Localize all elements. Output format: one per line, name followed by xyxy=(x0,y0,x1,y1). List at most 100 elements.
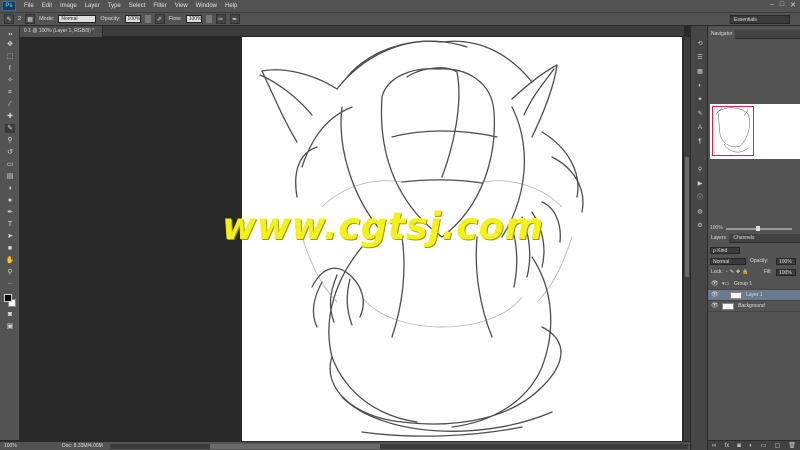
document-tab[interactable]: 0 1 @ 100% (Layer 1, RGB/8) * xyxy=(20,26,104,37)
clone-source-panel-icon[interactable]: ⚲ xyxy=(695,166,705,174)
horizontal-scrollbar[interactable] xyxy=(110,444,688,449)
flow-field[interactable]: 100% xyxy=(185,15,202,23)
menu-layer[interactable]: Layer xyxy=(81,3,104,9)
properties-panel-icon[interactable]: ☰ xyxy=(695,54,705,62)
layer-row-selected[interactable]: 👁 Layer 1 xyxy=(708,290,800,301)
document-info[interactable]: Doc: 8.33M/4.00M xyxy=(62,443,103,449)
screen-mode-icon[interactable]: ▣ xyxy=(5,322,15,331)
info-panel-icon[interactable]: ⓘ xyxy=(695,194,705,202)
foreground-color-swatch[interactable] xyxy=(4,294,12,302)
paragraph-panel-icon[interactable]: ¶ xyxy=(695,138,705,146)
brush-panel-icon[interactable]: ▦ xyxy=(25,14,36,24)
history-brush-icon[interactable]: ↺ xyxy=(5,148,15,157)
blend-mode-select[interactable]: Normal xyxy=(710,258,746,265)
brush-panel-icon[interactable]: ✎ xyxy=(695,110,705,118)
navigator-zoom-knob[interactable] xyxy=(756,226,760,231)
menu-view[interactable]: View xyxy=(171,3,192,9)
navigator-zoom-slider[interactable] xyxy=(726,226,792,231)
brush-size[interactable]: 2 xyxy=(18,16,21,22)
pen-icon[interactable]: ✒ xyxy=(5,208,15,217)
color-panel-icon[interactable]: ◍ xyxy=(695,208,705,216)
mode-select[interactable]: Normal xyxy=(58,15,97,23)
path-select-icon[interactable]: ➤ xyxy=(5,232,15,241)
healing-icon[interactable]: ✚ xyxy=(5,112,15,121)
layers-panel-footer: ∞ fx ◙ ◐ ▭ ▢ 🗑 xyxy=(708,440,800,450)
flow-dropdown[interactable] xyxy=(205,15,212,23)
character-panel-icon[interactable]: A xyxy=(695,124,705,132)
pressure-size-icon[interactable]: ✒ xyxy=(229,14,240,24)
menu-help[interactable]: Help xyxy=(221,3,241,9)
visibility-eye-icon[interactable]: 👁 xyxy=(711,279,719,290)
horizontal-scroll-thumb[interactable] xyxy=(210,444,380,449)
layer-row-group[interactable]: 👁 ▾▭ Group 1 xyxy=(708,279,800,290)
menu-edit[interactable]: Edit xyxy=(38,3,56,9)
close-button[interactable]: ✕ xyxy=(790,1,796,9)
history-panel-icon[interactable]: ⟲ xyxy=(695,40,705,48)
shape-icon[interactable]: ■ xyxy=(5,244,15,253)
navigator-thumbnail[interactable] xyxy=(710,104,800,159)
layer-row-background[interactable]: 👁 Background xyxy=(708,301,800,312)
layer-opacity-label: Opacity: xyxy=(750,258,769,264)
pressure-opacity-icon[interactable]: ✐ xyxy=(154,14,165,24)
type-icon[interactable]: T xyxy=(5,220,15,229)
blur-icon[interactable]: ◖ xyxy=(5,184,15,193)
navigator-view-box[interactable] xyxy=(712,106,754,156)
menu-window[interactable]: Window xyxy=(192,3,221,9)
layer-name[interactable]: Background xyxy=(738,301,765,312)
brush-icon[interactable]: ✎ xyxy=(5,124,15,133)
menu-select[interactable]: Select xyxy=(125,3,150,9)
layer-opacity-field[interactable]: 100% xyxy=(776,258,796,265)
workspace-select[interactable]: Essentials xyxy=(730,15,790,24)
menu-type[interactable]: Type xyxy=(104,3,125,9)
tab-navigator[interactable]: Navigator xyxy=(708,30,736,39)
more-tools-icon[interactable]: ··· xyxy=(5,280,15,289)
zoom-level[interactable]: 100% xyxy=(4,443,17,449)
delete-layer-icon[interactable]: 🗑 xyxy=(788,442,796,449)
opacity-dropdown[interactable] xyxy=(144,15,151,23)
airbrush-icon[interactable]: ✑ xyxy=(215,14,226,24)
quick-select-icon[interactable]: ✧ xyxy=(5,76,15,85)
opacity-field[interactable]: 100% xyxy=(124,15,141,23)
visibility-eye-icon[interactable]: 👁 xyxy=(711,290,719,301)
tab-channels[interactable]: Channels xyxy=(730,234,757,243)
marquee-icon[interactable]: ⬚ xyxy=(5,52,15,61)
new-group-icon[interactable]: ▭ xyxy=(761,442,767,449)
folder-icon[interactable]: ▾▭ xyxy=(722,279,729,290)
tab-layers[interactable]: Layers xyxy=(708,234,730,243)
layer-name[interactable]: Layer 1 xyxy=(746,290,763,301)
layer-name[interactable]: Group 1 xyxy=(734,279,752,290)
layer-kind-filter[interactable]: ρ Kind xyxy=(710,247,740,254)
add-mask-icon[interactable]: ◙ xyxy=(737,443,741,449)
zoom-icon[interactable]: ⚲ xyxy=(5,268,15,277)
styles-panel-icon[interactable]: ✦ xyxy=(695,96,705,104)
menu-filter[interactable]: Filter xyxy=(149,3,170,9)
eyedropper-icon[interactable]: ⁄ xyxy=(5,100,15,109)
eraser-icon[interactable]: ▭ xyxy=(5,160,15,169)
fill-field[interactable]: 100% xyxy=(776,269,796,276)
dodge-icon[interactable]: ● xyxy=(5,196,15,205)
brush-preset-icon[interactable]: ✎ xyxy=(4,14,14,24)
swatches-panel-icon[interactable]: ▦ xyxy=(695,68,705,76)
quick-mask-icon[interactable]: ◙ xyxy=(5,310,15,319)
collapse-toolbar-icon[interactable]: ◂◂ xyxy=(5,29,15,38)
clone-stamp-icon[interactable]: ⚲ xyxy=(5,136,15,145)
tool-presets-panel-icon[interactable]: ⚙ xyxy=(695,222,705,230)
adjustments-panel-icon[interactable]: ◐ xyxy=(695,82,705,90)
lock-icons[interactable]: ▫✎✥🔒 xyxy=(726,268,750,277)
move-icon[interactable]: ✥ xyxy=(5,40,15,49)
layer-style-icon[interactable]: fx xyxy=(724,443,729,449)
menu-image[interactable]: Image xyxy=(56,3,81,9)
gradient-icon[interactable]: ▤ xyxy=(5,172,15,181)
crop-icon[interactable]: ⌗ xyxy=(5,88,15,97)
actions-panel-icon[interactable]: ▶ xyxy=(695,180,705,188)
link-layers-icon[interactable]: ∞ xyxy=(712,443,716,449)
minimize-button[interactable]: – xyxy=(770,1,774,9)
adjustment-layer-icon[interactable]: ◐ xyxy=(749,443,753,449)
visibility-eye-icon[interactable]: 👁 xyxy=(711,301,719,312)
hand-icon[interactable]: ✋ xyxy=(5,256,15,265)
lasso-icon[interactable]: ℓ xyxy=(5,64,15,73)
new-layer-icon[interactable]: ▢ xyxy=(774,442,780,449)
maximize-button[interactable]: □ xyxy=(780,1,784,9)
vertical-scroll-thumb[interactable] xyxy=(685,157,689,277)
menu-file[interactable]: File xyxy=(20,3,38,9)
